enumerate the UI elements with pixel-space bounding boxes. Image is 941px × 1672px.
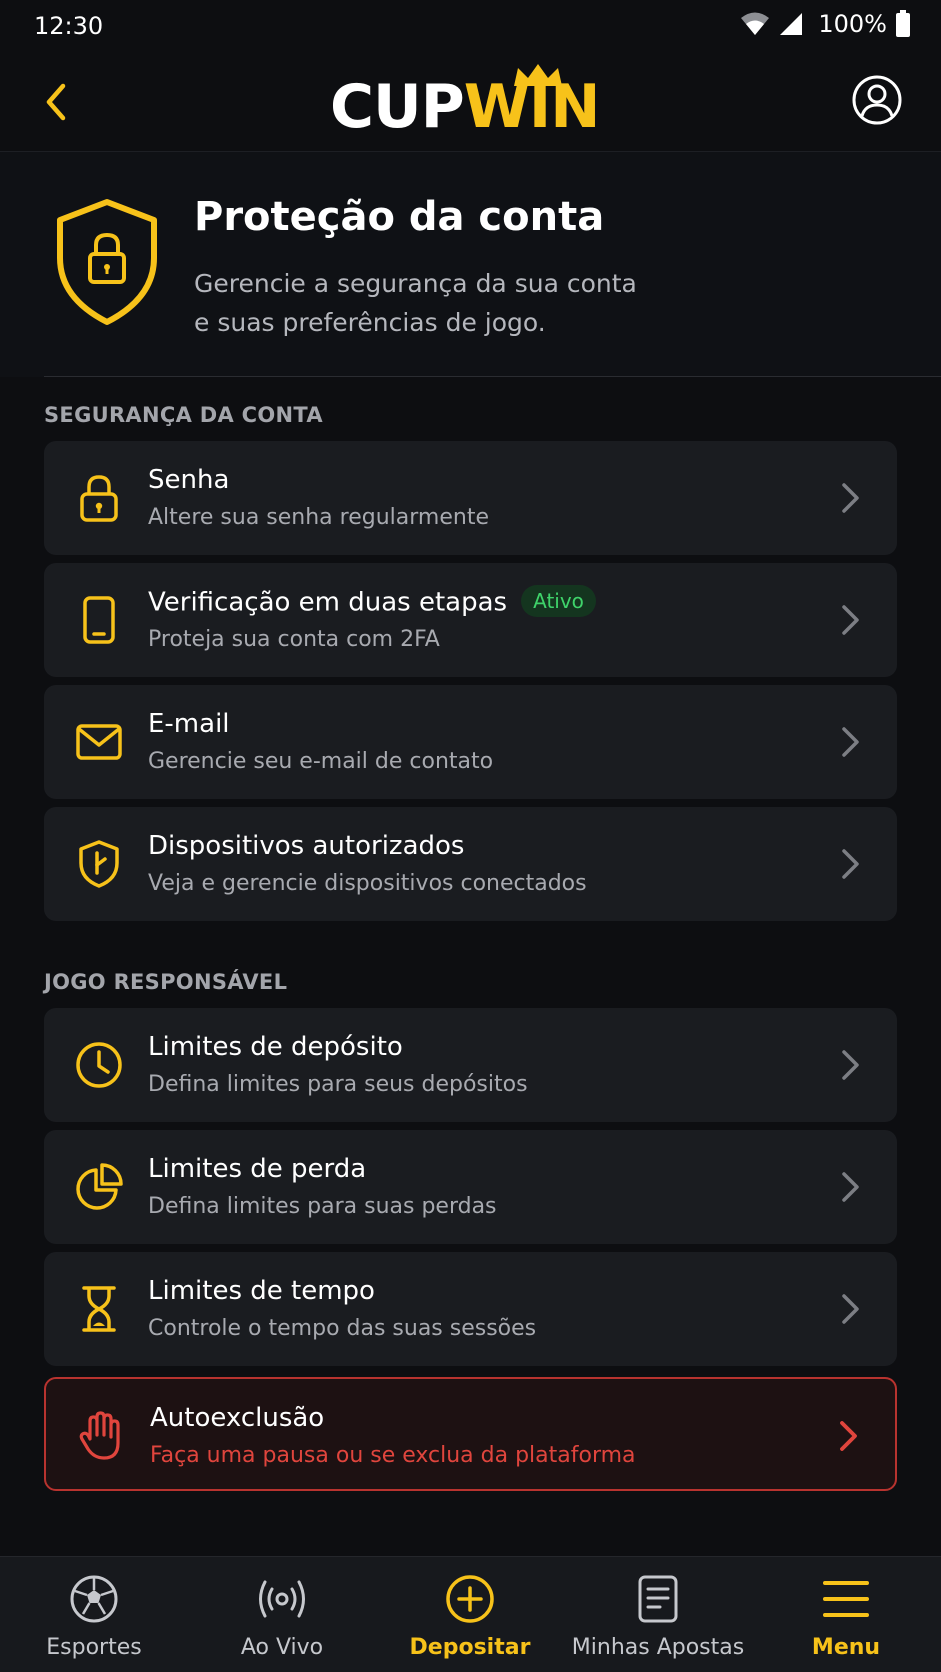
logo-text: CUPWIN (330, 72, 600, 142)
pie-chart-icon (72, 1160, 126, 1214)
nav-item-deposit[interactable]: Depositar (376, 1557, 564, 1672)
phone-icon (72, 593, 126, 647)
user-icon (852, 75, 902, 125)
wifi-icon (741, 12, 770, 35)
status-time: 12:30 (34, 12, 104, 40)
item-subtitle: Proteja sua conta com 2FA (148, 627, 440, 652)
menu-item-password[interactable]: Senha Altere sua senha regularmente (44, 441, 897, 555)
item-title: Limites de perda (148, 1154, 367, 1184)
cupwin-logo[interactable]: CUPWIN (330, 62, 620, 142)
item-title: Dispositivos autorizados (148, 831, 465, 861)
nav-item-my-bets[interactable]: Minhas Apostas (564, 1557, 752, 1672)
status-bar: 12:30 100% (0, 0, 941, 52)
nav-label: Minhas Apostas (571, 1635, 745, 1660)
nav-item-sports[interactable]: Esportes (0, 1557, 188, 1672)
hourglass-icon (72, 1282, 126, 1336)
back-button[interactable] (30, 76, 82, 128)
chevron-left-icon (46, 83, 66, 121)
item-subtitle: Defina limites para suas perdas (148, 1194, 497, 1219)
item-subtitle: Veja e gerencie dispositivos conectados (148, 871, 587, 896)
bet-slip-icon (638, 1575, 678, 1623)
nav-label: Esportes (46, 1635, 142, 1660)
mail-icon (72, 715, 126, 769)
status-badge: Ativo (521, 585, 596, 617)
plus-circle-icon (446, 1575, 494, 1623)
app-header: CUPWIN (0, 52, 941, 152)
item-title: Limites de tempo (148, 1276, 375, 1306)
nav-item-menu[interactable]: Menu (752, 1557, 940, 1672)
item-subtitle: Controle o tempo das suas sessões (148, 1316, 537, 1341)
shield-key-icon (72, 837, 126, 891)
item-title: Limites de depósito (148, 1032, 403, 1062)
menu-item-deposit-limits[interactable]: Limites de depósito Defina limites para … (44, 1008, 897, 1122)
menu-item-time-limits[interactable]: Limites de tempo Controle o tempo das su… (44, 1252, 897, 1366)
profile-button[interactable] (851, 74, 903, 126)
menu-item-loss-limits[interactable]: Limites de perda Defina limites para sua… (44, 1130, 897, 1244)
nav-label: Menu (811, 1635, 881, 1660)
item-subtitle: Faça uma pausa ou se exclua da plataform… (150, 1443, 636, 1468)
divider (44, 376, 941, 377)
battery-icon (896, 10, 910, 37)
battery-level: 100% (818, 10, 887, 38)
nav-item-live[interactable]: Ao Vivo (188, 1557, 376, 1672)
item-title: Autoexclusão (150, 1403, 325, 1433)
page-title: Proteção da conta (194, 194, 605, 240)
item-title: Verificação em duas etapas Ativo (148, 585, 596, 619)
item-subtitle: Gerencie seu e-mail de contato (148, 749, 494, 774)
account-protection-hero: Proteção da conta Gerencie a segurança d… (0, 152, 941, 377)
chevron-right-icon (842, 727, 859, 757)
item-title: Senha (148, 465, 230, 495)
shield-lock-icon (57, 199, 157, 325)
hand-icon (74, 1409, 128, 1463)
chevron-right-icon (842, 605, 859, 635)
nav-label: Depositar (409, 1635, 531, 1660)
screen: 12:30 100% CUPWIN Proteção da conta Gere… (0, 0, 941, 1672)
chevron-right-icon (842, 1172, 859, 1202)
lock-icon (72, 471, 126, 525)
nav-label: Ao Vivo (240, 1635, 324, 1660)
chevron-right-icon (840, 1421, 857, 1451)
item-title: E-mail (148, 709, 230, 739)
clock-icon (72, 1038, 126, 1092)
chevron-right-icon (842, 849, 859, 879)
item-subtitle: Altere sua senha regularmente (148, 505, 489, 530)
menu-item-email[interactable]: E-mail Gerencie seu e-mail de contato (44, 685, 897, 799)
live-broadcast-icon (259, 1580, 305, 1618)
soccer-ball-icon (70, 1575, 118, 1623)
menu-item-two-factor[interactable]: Verificação em duas etapas Ativo Proteja … (44, 563, 897, 677)
signal-icon (780, 13, 803, 35)
bottom-navigation: Esportes Ao Vivo Depositar Minhas Aposta… (0, 1556, 941, 1672)
section-label-responsible-gaming: JOGO RESPONSÁVEL (44, 970, 288, 994)
page-subtitle: Gerencie a segurança da sua conta e suas… (194, 269, 637, 337)
chevron-right-icon (842, 1294, 859, 1324)
menu-item-authorized-devices[interactable]: Dispositivos autorizados Veja e gerencie… (44, 807, 897, 921)
status-icons: 100% (740, 10, 911, 38)
menu-item-self-exclusion[interactable]: Autoexclusão Faça uma pausa ou se exclua… (44, 1377, 897, 1491)
chevron-right-icon (842, 483, 859, 513)
menu-icon (823, 1581, 869, 1617)
section-label-account-security: SEGURANÇA DA CONTA (44, 403, 323, 427)
item-subtitle: Defina limites para seus depósitos (148, 1072, 528, 1097)
chevron-right-icon (842, 1050, 859, 1080)
